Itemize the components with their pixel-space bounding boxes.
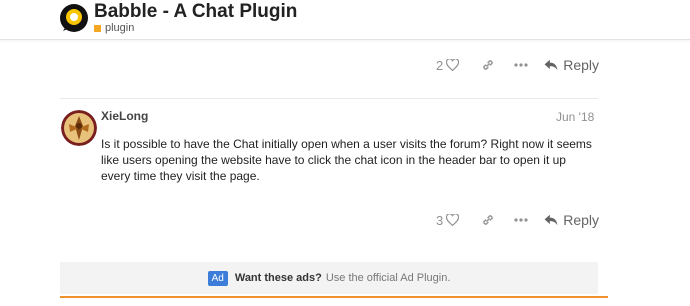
heart-icon [446,214,460,226]
more-actions-button[interactable] [514,63,528,67]
copy-link-button[interactable] [481,58,495,72]
ad-headline: Want these ads? [234,272,322,284]
site-logo-icon[interactable] [59,3,89,33]
more-actions-button[interactable] [514,218,528,222]
more-icon [514,218,528,222]
copy-link-button[interactable] [481,213,495,227]
post-divider [60,98,598,99]
category-label: plugin [105,22,135,34]
ad-text: Use the official Ad Plugin. [325,272,451,284]
link-icon [483,60,494,70]
reply-label: Reply [563,57,600,73]
post-username[interactable]: XieLong [101,109,148,123]
post-date[interactable]: Jun '18 [556,110,594,124]
ad-badge: Ad [207,270,228,286]
heart-icon [446,59,460,71]
reply-icon [544,59,558,71]
like-button[interactable]: 3 [436,212,460,228]
post-body: Is it possible to have the Chat initiall… [101,137,592,183]
like-count: 3 [436,212,444,228]
topic-header: Babble - A Chat Plugin plugin [0,0,690,40]
link-icon [483,215,494,225]
more-icon [514,63,528,67]
reply-icon [544,214,558,226]
reply-button[interactable]: Reply [544,57,599,73]
category-color-icon [94,24,101,32]
post-controls: 3 Reply [436,210,599,230]
topic-title[interactable]: Babble - A Chat Plugin [94,1,297,23]
like-button[interactable]: 2 [436,57,460,73]
category-badge[interactable]: plugin [94,22,134,34]
reply-label: Reply [563,212,600,228]
ad-banner[interactable]: Ad Want these ads? Use the official Ad P… [60,262,598,294]
like-count: 2 [436,57,444,73]
timeline-divider [60,296,608,298]
reply-button[interactable]: Reply [544,212,599,228]
post-controls: 2 Reply [436,55,599,75]
avatar[interactable] [61,110,97,146]
